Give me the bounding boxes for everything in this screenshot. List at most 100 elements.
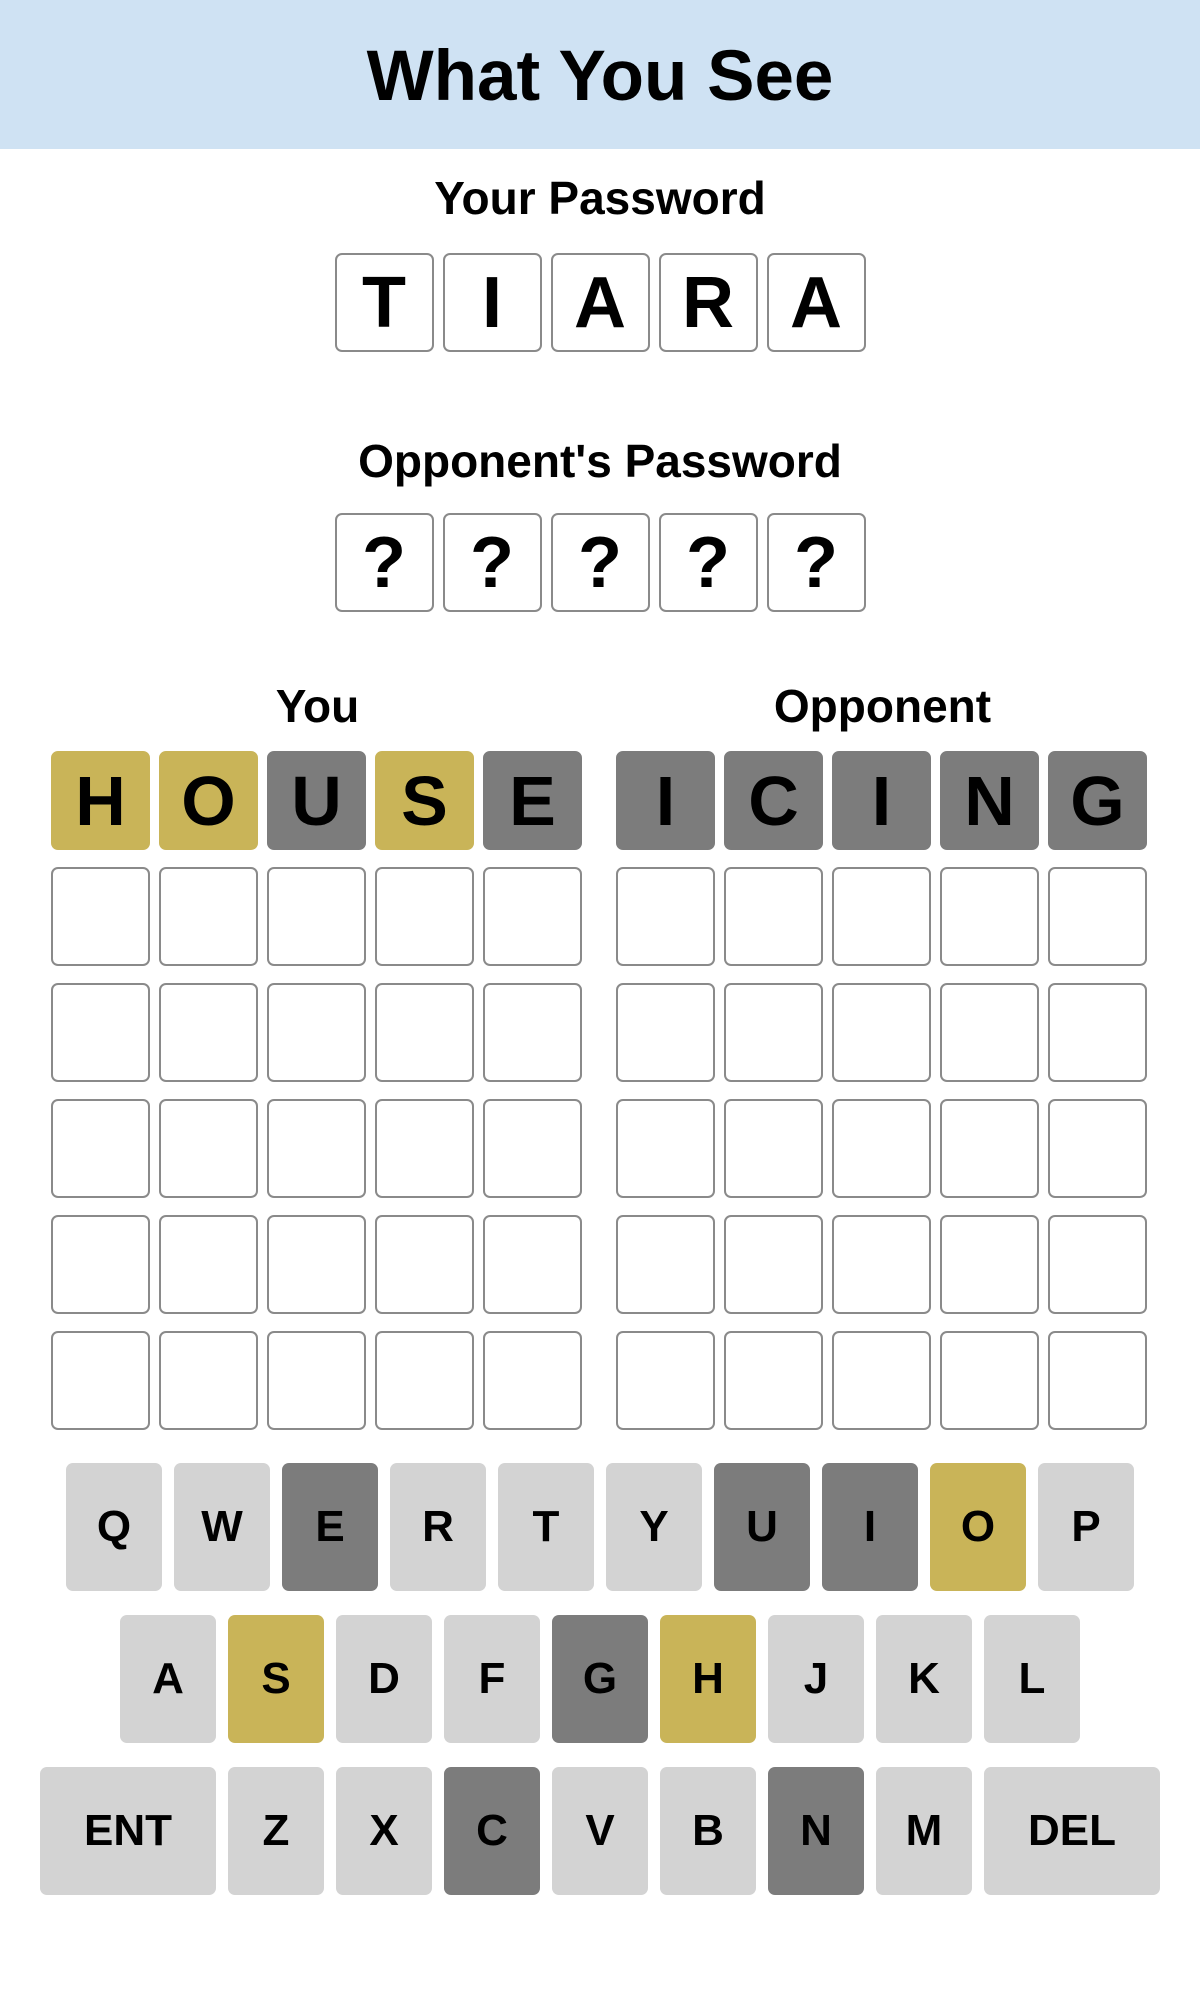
- guess-tile: [724, 983, 823, 1082]
- key-g[interactable]: G: [552, 1615, 648, 1743]
- key-o[interactable]: O: [930, 1463, 1026, 1591]
- key-x[interactable]: X: [336, 1767, 432, 1895]
- your-password-letter: R: [658, 253, 758, 352]
- guess-tile: [375, 867, 474, 966]
- guess-tile: [832, 1099, 931, 1198]
- key-b[interactable]: B: [660, 1767, 756, 1895]
- key-p[interactable]: P: [1038, 1463, 1134, 1591]
- key-h[interactable]: H: [660, 1615, 756, 1743]
- guess-tile: [267, 1099, 366, 1198]
- guess-tile: [483, 867, 582, 966]
- guess-tile: [1048, 1099, 1147, 1198]
- guess-tile: [1048, 983, 1147, 1082]
- guess-row: [51, 1331, 584, 1430]
- guess-tile: [1048, 1215, 1147, 1314]
- guess-tile: [724, 1331, 823, 1430]
- guess-tile: [51, 983, 150, 1082]
- guess-tile: [832, 1215, 931, 1314]
- keyboard-row: ASDFGHJKL: [0, 1615, 1200, 1743]
- guess-row: [616, 1215, 1149, 1314]
- guess-tile: [375, 1215, 474, 1314]
- key-r[interactable]: R: [390, 1463, 486, 1591]
- guess-tile: [51, 867, 150, 966]
- guess-tile: [724, 867, 823, 966]
- guess-tile: [616, 1099, 715, 1198]
- page-header: What You See: [0, 0, 1200, 149]
- keyboard-row: QWERTYUIOP: [0, 1463, 1200, 1591]
- guess-tile: [724, 1099, 823, 1198]
- opponent-board-title: Opponent: [773, 680, 992, 732]
- key-a[interactable]: A: [120, 1615, 216, 1743]
- guess-row: [616, 1099, 1149, 1198]
- guess-tile: [483, 1215, 582, 1314]
- guess-tile: [375, 1331, 474, 1430]
- guess-tile: [940, 1215, 1039, 1314]
- guess-tile: [159, 1215, 258, 1314]
- key-y[interactable]: Y: [606, 1463, 702, 1591]
- key-z[interactable]: Z: [228, 1767, 324, 1895]
- key-d[interactable]: D: [336, 1615, 432, 1743]
- opponent-password-letter: ?: [658, 513, 758, 612]
- guess-tile: [940, 867, 1039, 966]
- key-v[interactable]: V: [552, 1767, 648, 1895]
- guess-tile: [267, 1331, 366, 1430]
- guess-tile: [832, 983, 931, 1082]
- key-j[interactable]: J: [768, 1615, 864, 1743]
- guess-tile: I: [616, 751, 715, 850]
- your-board: You HOUSE: [51, 680, 584, 1447]
- key-m[interactable]: M: [876, 1767, 972, 1895]
- guess-tile: [724, 1215, 823, 1314]
- guess-row: [51, 1215, 584, 1314]
- guess-row: [616, 867, 1149, 966]
- guess-tile: E: [483, 751, 582, 850]
- guess-tile: [483, 983, 582, 1082]
- opponent-password-row: ? ? ? ? ?: [0, 513, 1200, 612]
- guess-tile: C: [724, 751, 823, 850]
- guess-tile: [616, 1215, 715, 1314]
- guess-row: ICING: [616, 751, 1149, 850]
- guess-tile: [51, 1099, 150, 1198]
- on-screen-keyboard: Q W E R T Y U I O P A S D F G H J K L ENT Z X C V B N M DEL: [0, 1463, 1200, 1919]
- your-password-letter: I: [442, 253, 542, 352]
- guess-row: [51, 983, 584, 1082]
- key-n[interactable]: N: [768, 1767, 864, 1895]
- your-password-letter: A: [550, 253, 650, 352]
- guess-tile: [375, 1099, 474, 1198]
- guess-tile: [940, 1099, 1039, 1198]
- key-q[interactable]: Q: [66, 1463, 162, 1591]
- guess-tile: [375, 983, 474, 1082]
- key-k[interactable]: K: [876, 1615, 972, 1743]
- key-l[interactable]: L: [984, 1615, 1080, 1743]
- your-password-label: Your Password: [434, 172, 766, 224]
- key-e[interactable]: E: [282, 1463, 378, 1591]
- key-f[interactable]: F: [444, 1615, 540, 1743]
- guess-tile: [832, 867, 931, 966]
- guess-tile: [616, 867, 715, 966]
- opponent-password-label: Opponent's Password: [358, 435, 842, 487]
- guess-tile: [267, 867, 366, 966]
- your-password-row: T I A R A: [0, 253, 1200, 352]
- opponent-password-letter: ?: [334, 513, 434, 612]
- guess-tile: [483, 1099, 582, 1198]
- guess-tile: [159, 1099, 258, 1198]
- key-u[interactable]: U: [714, 1463, 810, 1591]
- opponent-board: Opponent ICING: [616, 680, 1149, 1447]
- key-s[interactable]: S: [228, 1615, 324, 1743]
- opponent-guess-grid: ICING: [616, 751, 1149, 1430]
- guess-tile: H: [51, 751, 150, 850]
- key-t[interactable]: T: [498, 1463, 594, 1591]
- page-title: What You See: [366, 37, 834, 116]
- key-c[interactable]: C: [444, 1767, 540, 1895]
- guess-tile: [940, 983, 1039, 1082]
- guess-row: [616, 983, 1149, 1082]
- key-i[interactable]: I: [822, 1463, 918, 1591]
- guess-tile: [159, 1331, 258, 1430]
- enter-key[interactable]: ENT: [40, 1767, 216, 1895]
- guess-tile: [483, 1331, 582, 1430]
- delete-key[interactable]: DEL: [984, 1767, 1160, 1895]
- guess-tile: G: [1048, 751, 1147, 850]
- key-w[interactable]: W: [174, 1463, 270, 1591]
- your-guess-grid: HOUSE: [51, 751, 584, 1430]
- guess-row: [51, 1099, 584, 1198]
- guess-tile: I: [832, 751, 931, 850]
